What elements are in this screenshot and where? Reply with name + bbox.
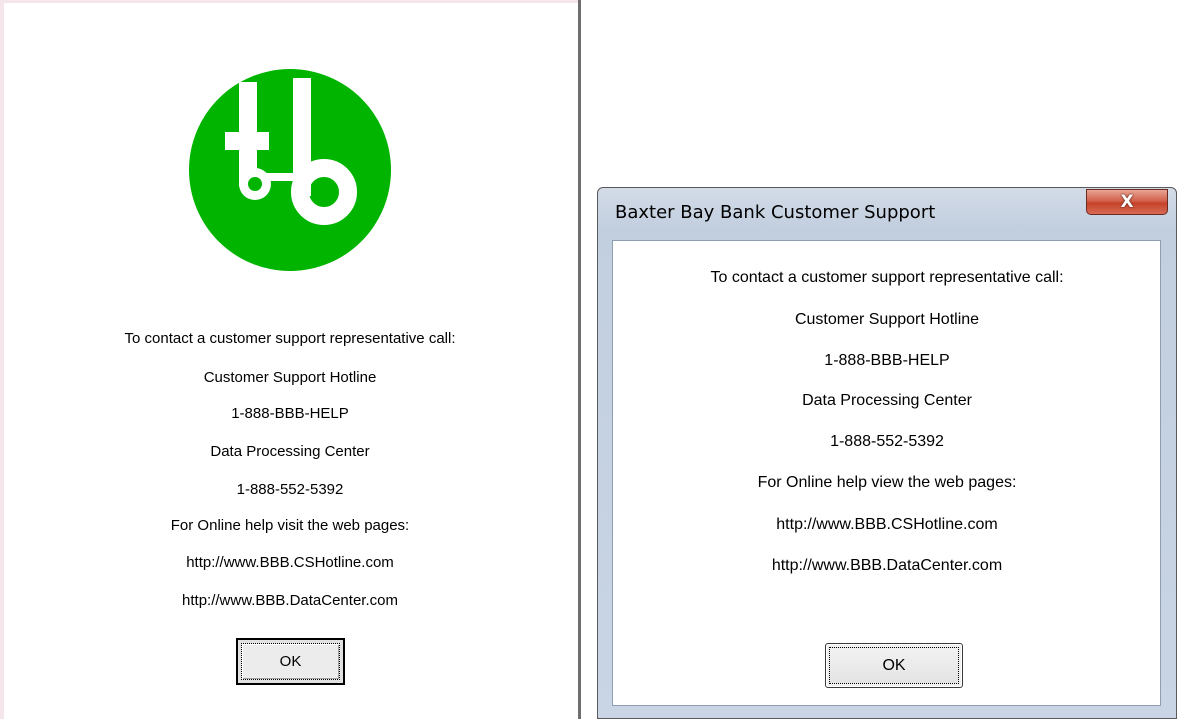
online-help-text: For Online help view the web pages:: [757, 474, 1017, 491]
left-contact-intro: To contact a customer support representa…: [124, 330, 456, 347]
panel-divider: [578, 0, 581, 719]
left-panel-top-border: [0, 0, 580, 3]
dpc-label: Data Processing Center: [802, 392, 972, 409]
hotline-label: Customer Support Hotline: [794, 311, 980, 328]
bbb-logo-icon: [189, 69, 391, 271]
dpc-number: 1-888-552-5392: [830, 433, 944, 450]
left-ok-button[interactable]: OK: [236, 638, 345, 685]
contact-intro: To contact a customer support representa…: [710, 269, 1064, 286]
dialog-content: To contact a customer support representa…: [612, 240, 1161, 706]
left-dpc-label: Data Processing Center: [210, 443, 370, 460]
left-datacenter-link[interactable]: http://www.BBB.DataCenter.com: [0, 592, 580, 610]
close-button[interactable]: X: [1086, 189, 1168, 215]
left-support-panel: To contact a customer support representa…: [0, 0, 581, 719]
left-ok-label: OK: [241, 643, 340, 680]
left-dpc-number: 1-888-552-5392: [236, 481, 344, 498]
hotline-number: 1-888-BBB-HELP: [824, 352, 950, 369]
left-hotline-number: 1-888-BBB-HELP: [231, 405, 349, 422]
customer-support-dialog: Baxter Bay Bank Customer Support X To co…: [597, 187, 1177, 719]
close-icon: X: [1120, 192, 1134, 212]
ok-button[interactable]: OK: [825, 643, 963, 688]
left-cshotline-link[interactable]: http://www.BBB.CSHotline.com: [0, 554, 580, 572]
ok-label: OK: [829, 647, 959, 684]
cshotline-link[interactable]: http://www.BBB.CSHotline.com: [613, 515, 1161, 534]
left-panel-left-border: [0, 0, 4, 719]
datacenter-link[interactable]: http://www.BBB.DataCenter.com: [613, 556, 1161, 575]
dialog-title: Baxter Bay Bank Customer Support: [615, 202, 936, 223]
left-online-help-text: For Online help visit the web pages:: [170, 517, 410, 534]
left-hotline-label: Customer Support Hotline: [203, 369, 377, 386]
